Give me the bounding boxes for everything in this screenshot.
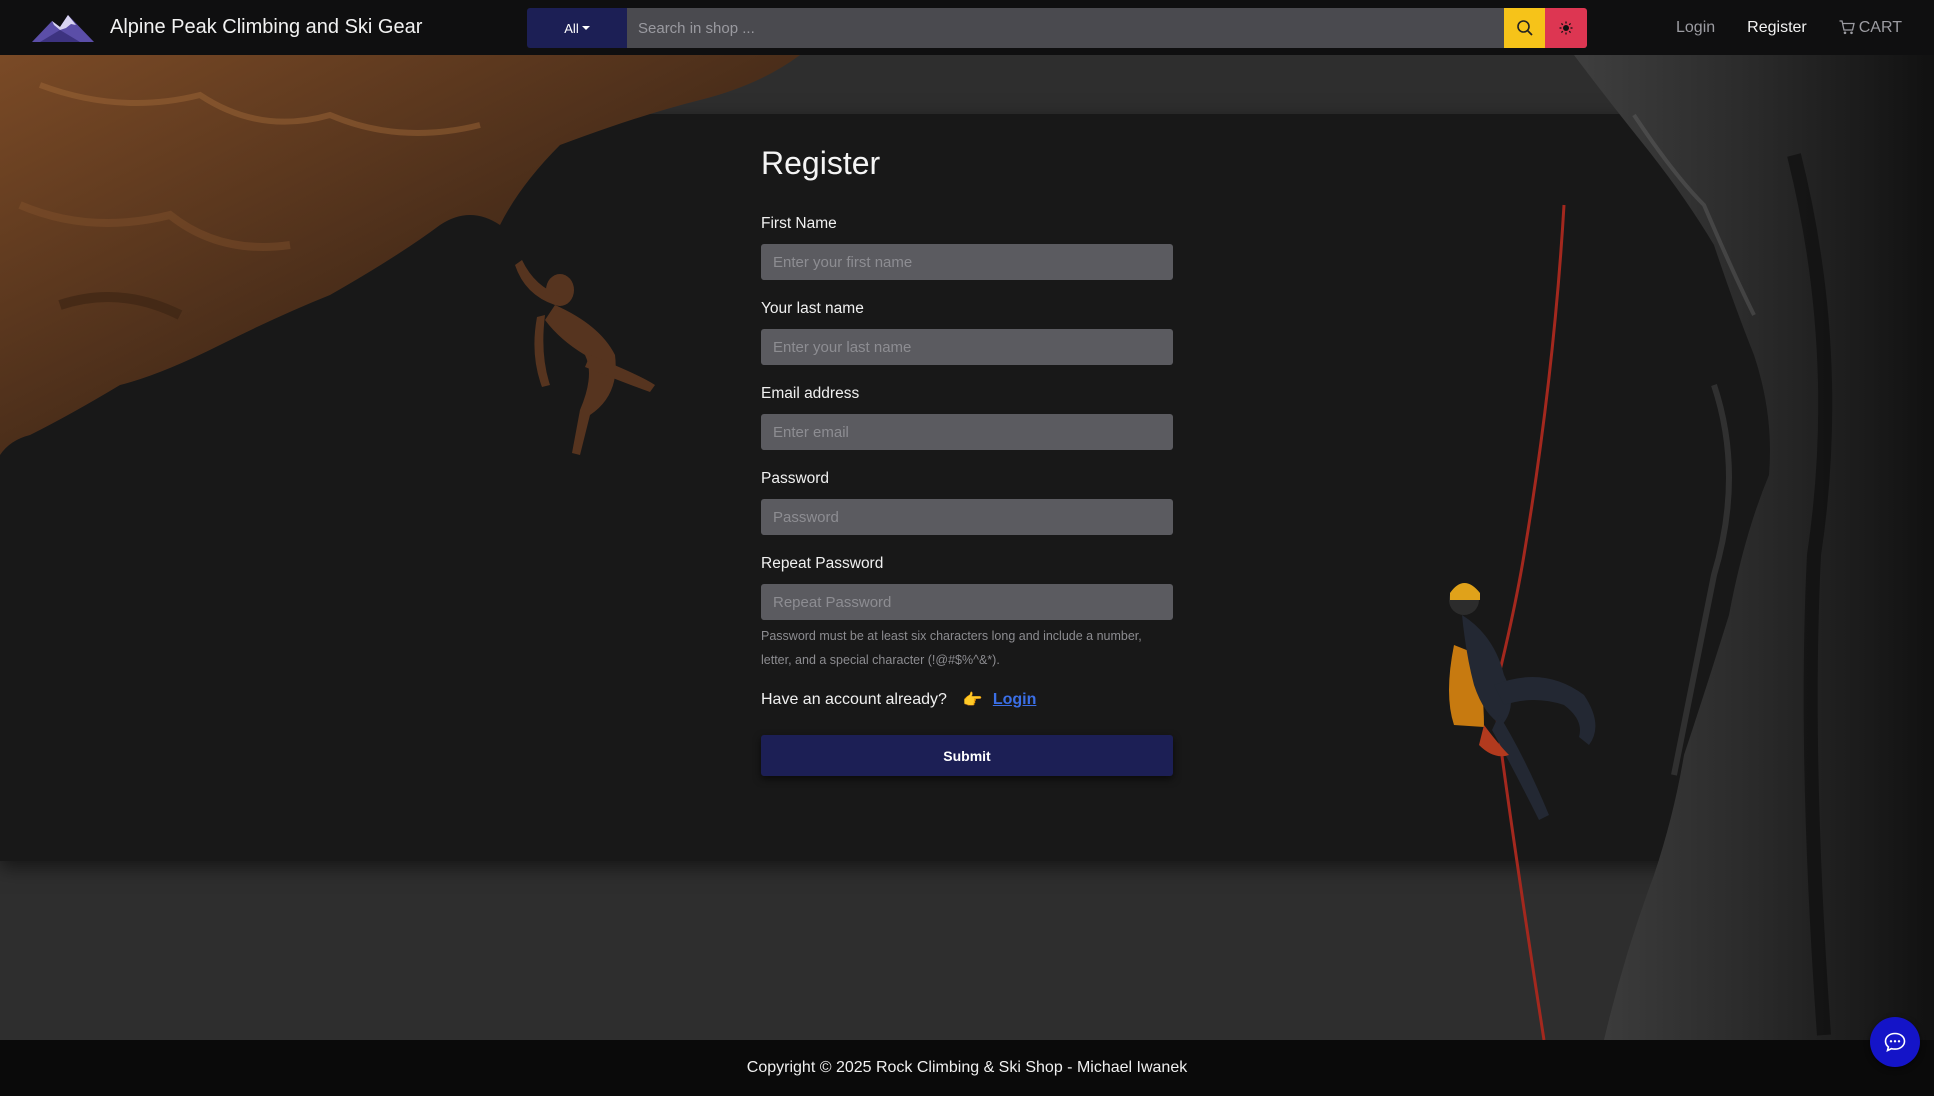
password-help-text: Password must be at least six characters… bbox=[761, 629, 1142, 667]
search-icon bbox=[1516, 20, 1533, 36]
category-label: All bbox=[564, 20, 579, 36]
cart-label: CART bbox=[1858, 18, 1902, 36]
brand-title: Alpine Peak Climbing and Ski Gear bbox=[110, 16, 423, 38]
login-link[interactable]: Login bbox=[993, 691, 1037, 709]
last-name-input[interactable] bbox=[761, 329, 1173, 365]
rock-overhang-image bbox=[0, 55, 800, 455]
copyright-text: Copyright © 2025 Rock Climbing & Ski Sho… bbox=[746, 1059, 1188, 1076]
page-title: Register bbox=[761, 145, 881, 181]
mountain-logo-icon bbox=[32, 14, 94, 42]
category-dropdown[interactable]: All bbox=[527, 8, 627, 48]
repeat-password-input[interactable] bbox=[761, 584, 1173, 620]
nav-cart-link[interactable]: CART bbox=[1839, 19, 1902, 37]
hero-background: Register First Name Your last name Email… bbox=[0, 55, 1934, 1040]
nav-login-link[interactable]: Login bbox=[1676, 19, 1715, 37]
top-navbar: Alpine Peak Climbing and Ski Gear All Se… bbox=[0, 0, 1934, 55]
search-bar: All bbox=[527, 8, 1587, 48]
password-label: Password bbox=[761, 470, 830, 487]
caret-down-icon bbox=[581, 26, 590, 30]
email-input[interactable] bbox=[761, 414, 1173, 450]
brand-link[interactable]: Alpine Peak Climbing and Ski Gear bbox=[30, 13, 422, 43]
chat-button[interactable] bbox=[1870, 1017, 1920, 1067]
sun-icon bbox=[1559, 21, 1573, 35]
search-button[interactable] bbox=[1504, 8, 1545, 48]
last-name-label: Your last name bbox=[761, 300, 864, 317]
footer: Copyright © 2025 Rock Climbing & Ski Sho… bbox=[0, 1040, 1934, 1096]
cart-icon bbox=[1839, 20, 1855, 35]
nav-register-link[interactable]: Register bbox=[1747, 19, 1807, 37]
theme-toggle-button[interactable] bbox=[1545, 8, 1587, 48]
email-label: Email address bbox=[761, 385, 860, 402]
have-account-text: Have an account already? bbox=[761, 691, 947, 708]
first-name-label: First Name bbox=[761, 215, 837, 232]
chat-icon bbox=[1884, 1032, 1906, 1052]
cliff-climber-image bbox=[1449, 55, 1934, 1040]
password-input[interactable] bbox=[761, 499, 1173, 535]
register-form: Register First Name Your last name Email… bbox=[761, 145, 1173, 776]
nav-links: Login Register CART bbox=[1676, 0, 1902, 55]
pointing-hand-icon: 👉 bbox=[962, 692, 983, 709]
submit-button[interactable]: Submit bbox=[761, 735, 1173, 776]
repeat-password-label: Repeat Password bbox=[761, 555, 884, 572]
have-account-row: Have an account already? 👉 Login bbox=[761, 690, 1173, 710]
first-name-input[interactable] bbox=[761, 244, 1173, 280]
search-input[interactable] bbox=[627, 8, 1504, 48]
